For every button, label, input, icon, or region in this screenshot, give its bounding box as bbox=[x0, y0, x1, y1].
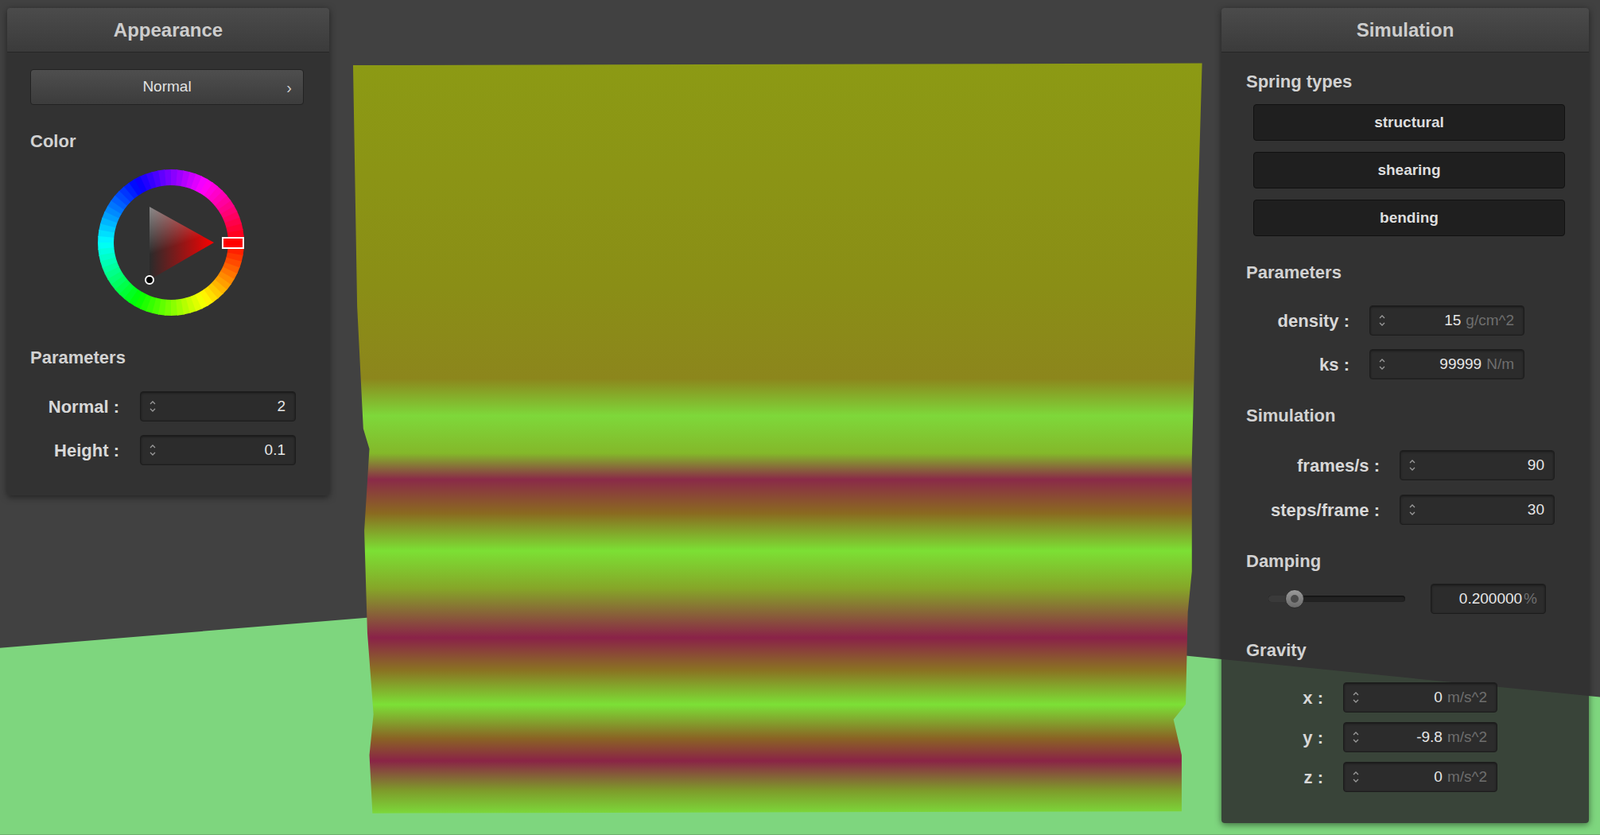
field-label: frames/s : bbox=[1221, 452, 1380, 479]
panel-title: Appearance bbox=[113, 15, 223, 45]
dropdown-value: Normal bbox=[142, 75, 191, 99]
cloth[interactable] bbox=[353, 63, 1203, 814]
number-field[interactable]: 0m/s^2 bbox=[1343, 682, 1498, 713]
field-value: 99999 bbox=[1386, 353, 1482, 377]
app: Appearance Normal › Color Parameters Normal :… bbox=[0, 0, 1600, 835]
color-wheel[interactable] bbox=[97, 169, 245, 316]
field-value: 0 bbox=[1359, 765, 1443, 789]
spring-type-button[interactable]: structural bbox=[1253, 104, 1566, 141]
shader-dropdown[interactable]: Normal › bbox=[30, 69, 304, 105]
number-field[interactable]: 0m/s^2 bbox=[1343, 761, 1498, 793]
field-value: 15 bbox=[1386, 309, 1461, 333]
spin-arrows-icon[interactable] bbox=[1378, 313, 1387, 328]
field-label: z : bbox=[1221, 764, 1324, 791]
field-label: x : bbox=[1221, 684, 1324, 711]
field-value: 0.1 bbox=[156, 438, 286, 463]
button-label: shearing bbox=[1377, 159, 1441, 183]
spin-arrows-icon[interactable] bbox=[1378, 357, 1387, 372]
button-label: bending bbox=[1379, 206, 1439, 230]
panel-header[interactable]: Simulation bbox=[1221, 7, 1589, 53]
button-label: structural bbox=[1374, 111, 1445, 135]
field-row: frames/s : 90 bbox=[1221, 450, 1589, 481]
spin-arrows-icon[interactable] bbox=[1408, 502, 1417, 517]
field-unit: g/cm^2 bbox=[1465, 309, 1515, 333]
field-row: Height : 0.1 bbox=[7, 434, 330, 466]
field-value: 90 bbox=[1416, 454, 1545, 478]
hue-marker[interactable] bbox=[222, 237, 244, 249]
field-unit: % bbox=[1523, 587, 1538, 611]
field-label: ks : bbox=[1221, 351, 1350, 378]
section-label: Damping bbox=[1246, 550, 1589, 573]
simulation-panel: Simulation Spring types structural shearing… bbox=[1221, 7, 1589, 824]
field-value: 30 bbox=[1416, 498, 1545, 522]
spin-arrows-icon[interactable] bbox=[1408, 458, 1417, 473]
damping-value-field[interactable]: 0.200000% bbox=[1430, 583, 1546, 614]
spring-type-button[interactable]: bending bbox=[1253, 199, 1566, 237]
section-label: Parameters bbox=[1246, 261, 1589, 284]
section-label: Parameters bbox=[30, 346, 330, 369]
number-field[interactable]: 90 bbox=[1399, 450, 1555, 481]
field-unit: m/s^2 bbox=[1447, 726, 1488, 750]
field-row: y : -9.8m/s^2 bbox=[1221, 722, 1589, 753]
field-value: 0 bbox=[1359, 686, 1443, 710]
value-marker[interactable] bbox=[145, 275, 154, 284]
number-field[interactable]: 0.1 bbox=[139, 434, 296, 466]
color-triangle[interactable] bbox=[149, 206, 214, 280]
field-label: Normal : bbox=[7, 393, 120, 420]
field-row: x : 0m/s^2 bbox=[1221, 682, 1589, 713]
field-unit: m/s^2 bbox=[1447, 686, 1488, 710]
slider-knob[interactable] bbox=[1285, 589, 1305, 609]
dropdown-arrow: › bbox=[286, 75, 292, 100]
field-unit: N/m bbox=[1486, 353, 1515, 377]
field-row: ks : 99999N/m bbox=[1221, 349, 1589, 380]
number-field[interactable]: 15g/cm^2 bbox=[1369, 305, 1525, 336]
number-field[interactable]: -9.8m/s^2 bbox=[1343, 722, 1498, 753]
number-field[interactable]: 99999N/m bbox=[1369, 349, 1525, 380]
spin-arrows-icon[interactable] bbox=[1351, 769, 1360, 785]
damping-row: 0.200000% bbox=[1221, 583, 1589, 614]
section-label: Simulation bbox=[1246, 404, 1589, 428]
field-row: density : 15g/cm^2 bbox=[1221, 305, 1589, 336]
field-label: Height : bbox=[7, 437, 120, 464]
damping-slider[interactable] bbox=[1268, 595, 1406, 602]
field-label: steps/frame : bbox=[1221, 497, 1380, 524]
section-label: Gravity bbox=[1246, 639, 1589, 662]
spin-arrows-icon[interactable] bbox=[1351, 690, 1360, 705]
field-row: z : 0m/s^2 bbox=[1221, 761, 1589, 793]
field-value: -9.8 bbox=[1359, 726, 1443, 750]
field-row: steps/frame : 30 bbox=[1221, 494, 1589, 525]
section-label: Spring types bbox=[1246, 70, 1589, 94]
number-field[interactable]: 30 bbox=[1399, 494, 1555, 525]
field-value: 0.200000 bbox=[1459, 587, 1523, 611]
panel-title: Simulation bbox=[1356, 15, 1455, 45]
field-label: y : bbox=[1221, 724, 1324, 751]
spin-arrows-icon[interactable] bbox=[148, 442, 157, 458]
field-label: density : bbox=[1221, 307, 1350, 334]
field-unit: m/s^2 bbox=[1447, 765, 1488, 789]
appearance-panel: Appearance Normal › Color Parameters Normal :… bbox=[7, 7, 330, 496]
panel-header[interactable]: Appearance bbox=[7, 7, 330, 53]
field-value: 2 bbox=[156, 395, 286, 419]
spin-arrows-icon[interactable] bbox=[1351, 730, 1360, 745]
number-field[interactable]: 2 bbox=[139, 391, 296, 422]
spring-type-button[interactable]: shearing bbox=[1253, 151, 1566, 189]
spin-arrows-icon[interactable] bbox=[148, 399, 157, 414]
section-label: Color bbox=[30, 130, 330, 153]
field-row: Normal : 2 bbox=[7, 391, 330, 422]
